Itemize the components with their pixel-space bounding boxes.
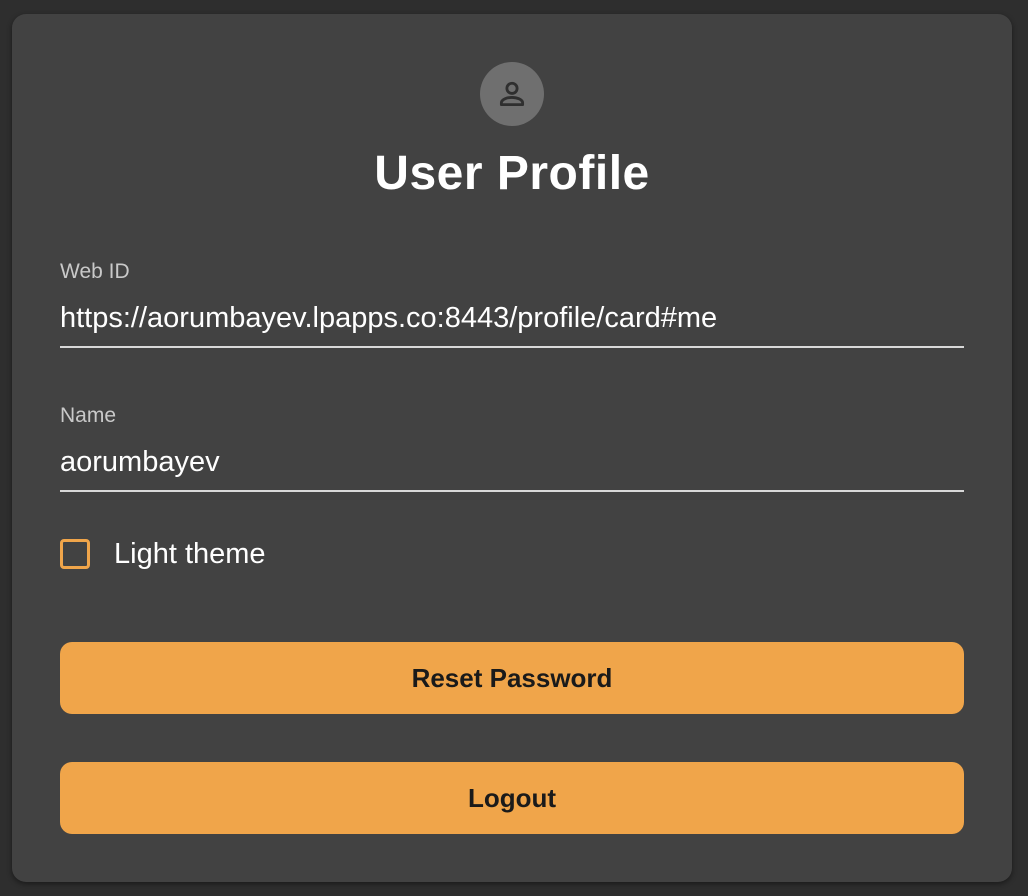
name-field: Name [60, 402, 964, 492]
light-theme-label: Light theme [114, 538, 266, 570]
reset-password-button[interactable]: Reset Password [60, 642, 964, 714]
name-input[interactable] [60, 444, 964, 492]
logout-button[interactable]: Logout [60, 762, 964, 834]
web-id-label: Web ID [60, 260, 130, 283]
name-label: Name [60, 404, 117, 427]
light-theme-checkbox[interactable] [60, 539, 90, 569]
page-title: User Profile [374, 147, 650, 200]
web-id-input[interactable] [60, 300, 964, 348]
person-icon [499, 81, 525, 107]
web-id-field: Web ID [60, 258, 964, 348]
profile-card: User Profile Web ID Name Light theme Res… [12, 14, 1012, 882]
avatar [480, 62, 544, 126]
light-theme-toggle[interactable]: Light theme [60, 534, 266, 574]
